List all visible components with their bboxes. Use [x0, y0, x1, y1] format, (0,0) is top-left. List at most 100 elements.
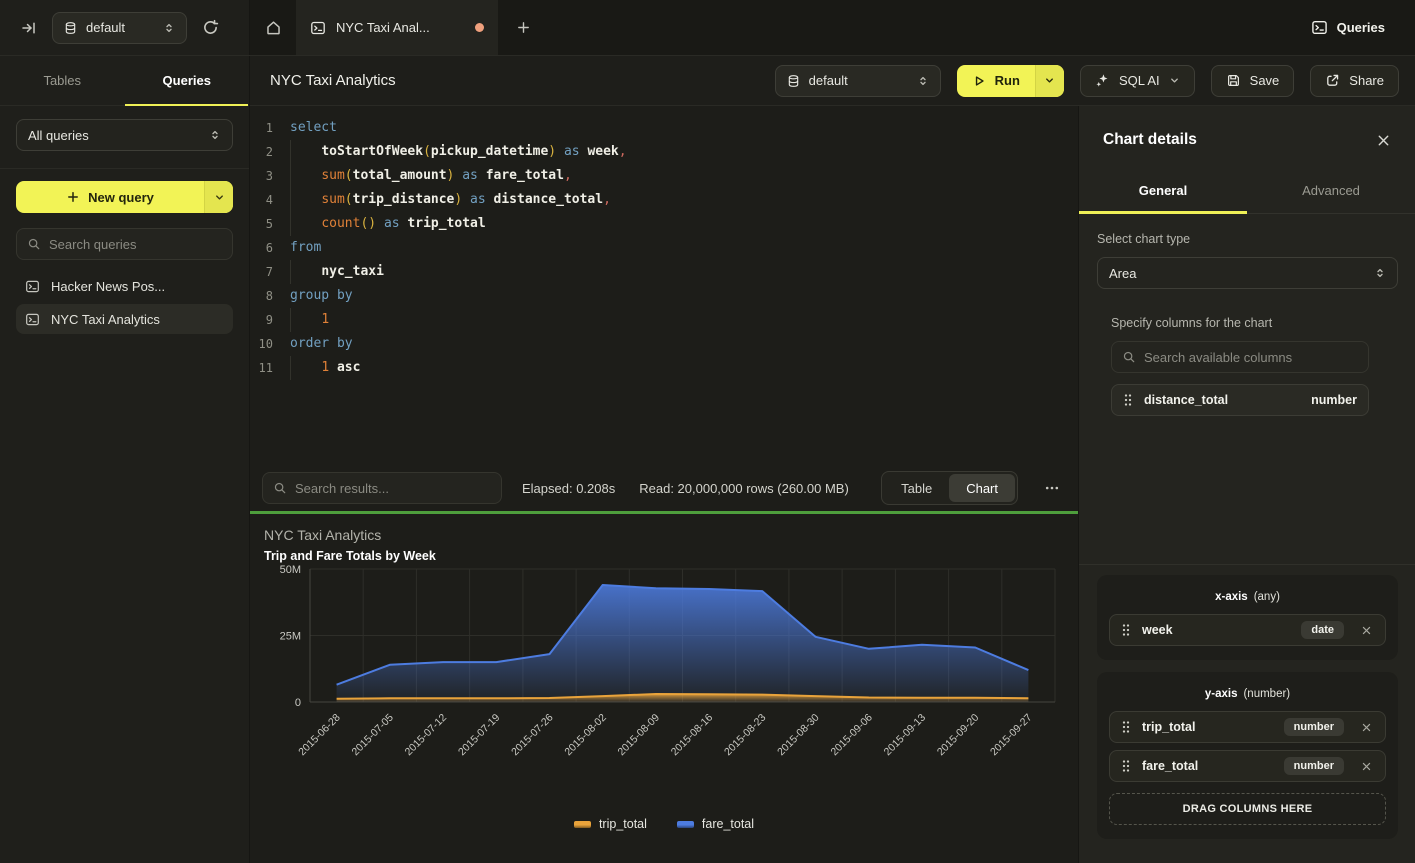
chart-type-value: Area	[1109, 266, 1136, 281]
drag-handle-icon[interactable]	[1123, 393, 1133, 407]
content-body: 1select2 toStartOfWeek(pickup_datetime) …	[250, 106, 1415, 863]
save-button[interactable]: Save	[1211, 65, 1295, 97]
chart-legend: trip_total fare_total	[250, 817, 1078, 831]
database-selector[interactable]: default	[52, 12, 187, 44]
tab-general[interactable]: General	[1079, 170, 1247, 213]
remove-column-button[interactable]	[1355, 623, 1374, 638]
read-stat: Read: 20,000,000 rows (260.00 MB)	[639, 481, 849, 496]
sql-ai-label: SQL AI	[1119, 73, 1160, 88]
svg-text:2015-08-09: 2015-08-09	[616, 712, 663, 759]
column-name: distance_total	[1144, 393, 1228, 407]
x-axis-chip-week[interactable]: week date	[1109, 614, 1386, 646]
y-axis-header: y-axis(number)	[1109, 681, 1386, 704]
sidebar: Tables Queries All queries New query	[0, 56, 250, 863]
search-results-input[interactable]: Search results...	[262, 472, 502, 504]
share-button[interactable]: Share	[1310, 65, 1399, 97]
column-chip-distance-total[interactable]: distance_total number	[1111, 384, 1369, 416]
close-icon	[1361, 761, 1372, 772]
collapse-sidebar-button[interactable]	[20, 20, 37, 36]
query-filter-select[interactable]: All queries	[16, 119, 233, 151]
tab-advanced[interactable]: Advanced	[1247, 170, 1415, 213]
chart-details-tabs: General Advanced	[1079, 170, 1415, 214]
drag-handle-icon[interactable]	[1121, 720, 1131, 734]
refresh-icon	[202, 19, 219, 36]
more-options-button[interactable]	[1038, 480, 1066, 496]
column-type-badge: number	[1284, 718, 1344, 736]
chart-type-label: Select chart type	[1097, 232, 1398, 246]
y-axis-chip-trip-total[interactable]: trip_total number	[1109, 711, 1386, 743]
sidebar-tab-queries[interactable]: Queries	[125, 56, 250, 105]
svg-text:2015-08-30: 2015-08-30	[775, 712, 822, 759]
elapsed-stat: Elapsed: 0.208s	[522, 481, 615, 496]
home-tab[interactable]	[250, 0, 296, 55]
plus-icon	[516, 20, 531, 35]
run-button-main[interactable]: Run	[957, 65, 1035, 97]
query-list-item-hacker-news[interactable]: Hacker News Pos...	[16, 271, 233, 301]
chevron-down-icon	[1169, 75, 1180, 86]
close-icon	[1376, 133, 1391, 148]
sql-ai-button[interactable]: SQL AI	[1080, 65, 1195, 97]
column-name: trip_total	[1142, 720, 1195, 734]
search-queries-placeholder: Search queries	[49, 237, 136, 252]
legend-item-trip_total[interactable]: trip_total	[574, 817, 647, 831]
new-tab-button[interactable]	[498, 0, 548, 55]
close-icon	[1361, 722, 1372, 733]
search-columns-input[interactable]: Search available columns	[1111, 341, 1369, 373]
sql-editor[interactable]: 1select2 toStartOfWeek(pickup_datetime) …	[250, 106, 1078, 465]
drop-zone[interactable]: DRAG COLUMNS HERE	[1109, 793, 1386, 825]
close-icon	[1361, 625, 1372, 636]
search-icon	[1122, 350, 1136, 364]
view-toggle-chart[interactable]: Chart	[949, 474, 1015, 502]
save-icon	[1226, 73, 1241, 88]
view-toggle-table[interactable]: Table	[884, 474, 949, 502]
remove-column-button[interactable]	[1355, 759, 1374, 774]
legend-item-fare_total[interactable]: fare_total	[677, 817, 754, 831]
column-name: fare_total	[1142, 759, 1198, 773]
main-area: 1select2 toStartOfWeek(pickup_datetime) …	[250, 106, 1078, 863]
sidebar-tab-tables[interactable]: Tables	[0, 56, 125, 105]
remove-column-button[interactable]	[1355, 720, 1374, 735]
svg-text:2015-09-27: 2015-09-27	[988, 712, 1035, 759]
chart-details-panel: Chart details General Advanced Select ch…	[1078, 106, 1415, 863]
chevron-down-icon	[214, 192, 225, 203]
collapse-sidebar-icon	[20, 20, 37, 36]
search-results-placeholder: Search results...	[295, 481, 389, 496]
database-icon	[787, 74, 800, 88]
query-filter-value: All queries	[28, 128, 89, 143]
x-axis-card: x-axis(any) week date	[1097, 575, 1398, 660]
chevrons-updown-icon	[1374, 267, 1386, 279]
chevrons-updown-icon	[917, 75, 929, 87]
terminal-icon	[310, 20, 326, 36]
legend-label: fare_total	[702, 817, 754, 831]
tab-strip: NYC Taxi Anal... Queries	[250, 0, 1415, 55]
new-query-dropdown[interactable]	[204, 181, 233, 213]
svg-text:50M: 50M	[280, 564, 301, 576]
queries-menu-label: Queries	[1337, 20, 1385, 35]
chart-type-select[interactable]: Area	[1097, 257, 1398, 289]
run-options-dropdown[interactable]	[1035, 65, 1064, 97]
chart-plot: 025M50M2015-06-282015-07-052015-07-12201…	[250, 563, 1078, 785]
refresh-button[interactable]	[202, 19, 219, 36]
query-list-item-nyc-taxi[interactable]: NYC Taxi Analytics	[16, 304, 233, 334]
svg-text:2015-07-12: 2015-07-12	[403, 712, 450, 759]
drag-handle-icon[interactable]	[1121, 623, 1131, 637]
svg-text:2015-09-06: 2015-09-06	[828, 712, 875, 759]
search-queries-input[interactable]: Search queries	[16, 228, 233, 260]
code-line: 2 toStartOfWeek(pickup_datetime) as week…	[250, 140, 1078, 164]
close-panel-button[interactable]	[1376, 133, 1391, 148]
database-selector[interactable]: default	[775, 65, 941, 97]
body: Tables Queries All queries New query	[0, 56, 1415, 863]
x-axis-title: x-axis	[1215, 591, 1248, 603]
tab-nyc-taxi-analytics[interactable]: NYC Taxi Anal...	[296, 0, 498, 55]
y-axis-chip-fare-total[interactable]: fare_total number	[1109, 750, 1386, 782]
queries-menu-button[interactable]: Queries	[1281, 0, 1415, 55]
new-query-button[interactable]: New query	[16, 181, 233, 213]
run-button[interactable]: Run	[957, 65, 1064, 97]
tab-label: NYC Taxi Anal...	[336, 20, 430, 35]
drop-zone-label: DRAG COLUMNS HERE	[1183, 803, 1313, 815]
topbar: default NYC Taxi Anal... Queries	[0, 0, 1415, 56]
svg-text:0: 0	[295, 697, 301, 709]
code-line: 1select	[250, 116, 1078, 140]
header-actions: default Run SQL AI	[775, 65, 1399, 97]
drag-handle-icon[interactable]	[1121, 759, 1131, 773]
